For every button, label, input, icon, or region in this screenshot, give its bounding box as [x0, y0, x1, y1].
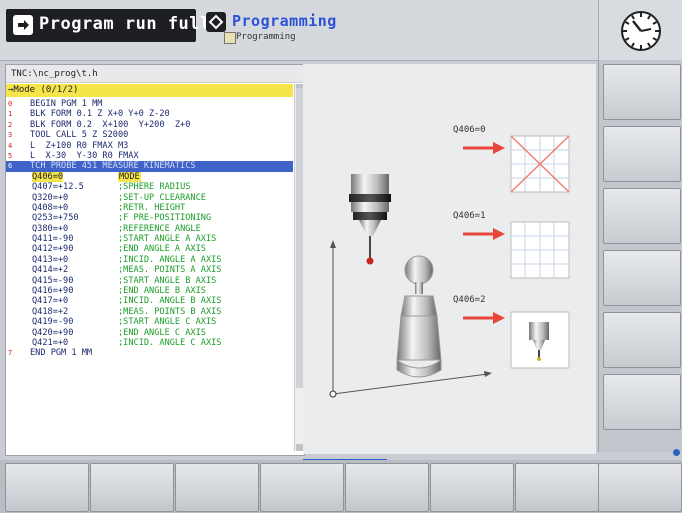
help-graphic: Q406=0 Q406=1 Q406=2	[303, 64, 596, 454]
program-line[interactable]: Q412=+90 ;END ANGLE A AXIS	[6, 244, 293, 254]
softkey-7[interactable]	[515, 463, 599, 512]
vertical-softkey-4[interactable]	[603, 250, 681, 306]
arrow-icon	[206, 12, 226, 32]
program-line[interactable]: Q253=+750 ;F PRE-POSITIONING	[6, 213, 293, 223]
machine-mode-tab[interactable]: Program run full…	[6, 9, 221, 42]
softkey-8[interactable]	[598, 463, 682, 512]
option-0-label: Q406=0	[453, 125, 486, 135]
program-line[interactable]: Q413=+0 ;INCID. ANGLE A AXIS	[6, 255, 293, 265]
scroll-down-icon[interactable]	[296, 444, 303, 451]
program-line[interactable]: Q320=+0 ;SET-UP CLEARANCE	[6, 193, 293, 203]
softkey-3[interactable]	[175, 463, 259, 512]
programming-submode-label: Programming	[236, 32, 296, 42]
program-path: TNC:\nc_prog\t.h	[6, 65, 304, 83]
softkey-6[interactable]	[430, 463, 514, 512]
parameter-prompt: →Mode (0/1/2)	[6, 84, 293, 97]
vertical-softkey-2[interactable]	[603, 126, 681, 182]
option-2-label: Q406=2	[453, 295, 486, 305]
vertical-softkey-1[interactable]	[603, 64, 681, 120]
arrow-right-icon	[13, 15, 33, 35]
horizontal-scroll[interactable]	[303, 452, 596, 462]
mode-bar: Program run full… Programming Programmin…	[0, 0, 598, 61]
softkey-2[interactable]	[90, 463, 174, 512]
program-line[interactable]: Q411=-90 ;START ANGLE A AXIS	[6, 234, 293, 244]
document-icon	[224, 32, 236, 44]
active-parameter[interactable]: Q406=0	[32, 171, 64, 183]
softkey-1[interactable]	[5, 463, 89, 512]
program-line[interactable]: 4L Z+100 R0 FMAX M3	[6, 141, 293, 151]
vertical-softkey-3[interactable]	[603, 188, 681, 244]
program-line[interactable]: Q407=+12.5 ;SPHERE RADIUS	[6, 182, 293, 192]
program-line[interactable]: Q414=+2 ;MEAS. POINTS A AXIS	[6, 265, 293, 275]
clock-panel[interactable]	[598, 0, 682, 60]
vertical-softkey-5[interactable]	[603, 312, 681, 368]
softkey-5[interactable]	[345, 463, 429, 512]
program-line[interactable]: Q419=-90 ;START ANGLE C AXIS	[6, 317, 293, 327]
vertical-softkey-bar	[598, 60, 682, 452]
program-line[interactable]: Q421=+0 ;INCID. ANGLE C AXIS	[6, 338, 293, 348]
status-indicator-icon	[673, 449, 680, 456]
vertical-softkey-6[interactable]	[603, 374, 681, 430]
clock-icon	[621, 11, 661, 51]
program-line[interactable]: Q418=+2 ;MEAS. POINTS B AXIS	[6, 307, 293, 317]
horizontal-softkey-bar	[0, 460, 682, 513]
program-line-active[interactable]: Q406=0 MODE	[6, 171, 293, 183]
program-line[interactable]: 7 END PGM 1 MM	[6, 348, 293, 358]
machine-mode-label: Program run full…	[39, 14, 222, 34]
program-line[interactable]: 2 BLK FORM 0.2 X+100 Y+200 Z+0	[6, 120, 293, 130]
program-line[interactable]: Q416=+90 ;END ANGLE B AXIS	[6, 286, 293, 296]
programming-mode-label: Programming	[232, 12, 337, 30]
program-line[interactable]: 3 TOOL CALL 5 Z S2000	[6, 130, 293, 140]
programming-mode-tab[interactable]: Programming Programming	[202, 9, 402, 49]
program-line[interactable]: 0 BEGIN PGM 1 MM	[6, 99, 293, 109]
program-line[interactable]: 5L X-30 Y-30 R0 FMAX	[6, 151, 293, 161]
scroll-thumb[interactable]	[296, 88, 303, 388]
active-comment: MODE	[118, 171, 141, 183]
program-line[interactable]: 1 BLK FORM 0.1 Z X+0 Y+0 Z-20	[6, 109, 293, 119]
program-line[interactable]: Q417=+0 ;INCID. ANGLE B AXIS	[6, 296, 293, 306]
program-line-selected[interactable]: 6 TCH PROBE 451 MEASURE KINEMATICS	[6, 161, 293, 172]
program-editor[interactable]: TNC:\nc_prog\t.h →Mode (0/1/2) 0 BEGIN PG…	[5, 64, 305, 456]
program-line[interactable]: Q380=+0 ;REFERENCE ANGLE	[6, 224, 293, 234]
softkey-4[interactable]	[260, 463, 344, 512]
program-line[interactable]: Q420=+90 ;END ANGLE C AXIS	[6, 328, 293, 338]
option-1-label: Q406=1	[453, 211, 486, 221]
program-line[interactable]: Q408=+0 ;RETR. HEIGHT	[6, 203, 293, 213]
probe-kinematics-illustration: Q406=0 Q406=1 Q406=2	[329, 125, 570, 398]
program-line[interactable]: Q415=-90 ;START ANGLE B AXIS	[6, 276, 293, 286]
program-lines: 0 BEGIN PGM 1 MM 1 BLK FORM 0.1 Z X+0 Y+0 …	[6, 99, 293, 359]
